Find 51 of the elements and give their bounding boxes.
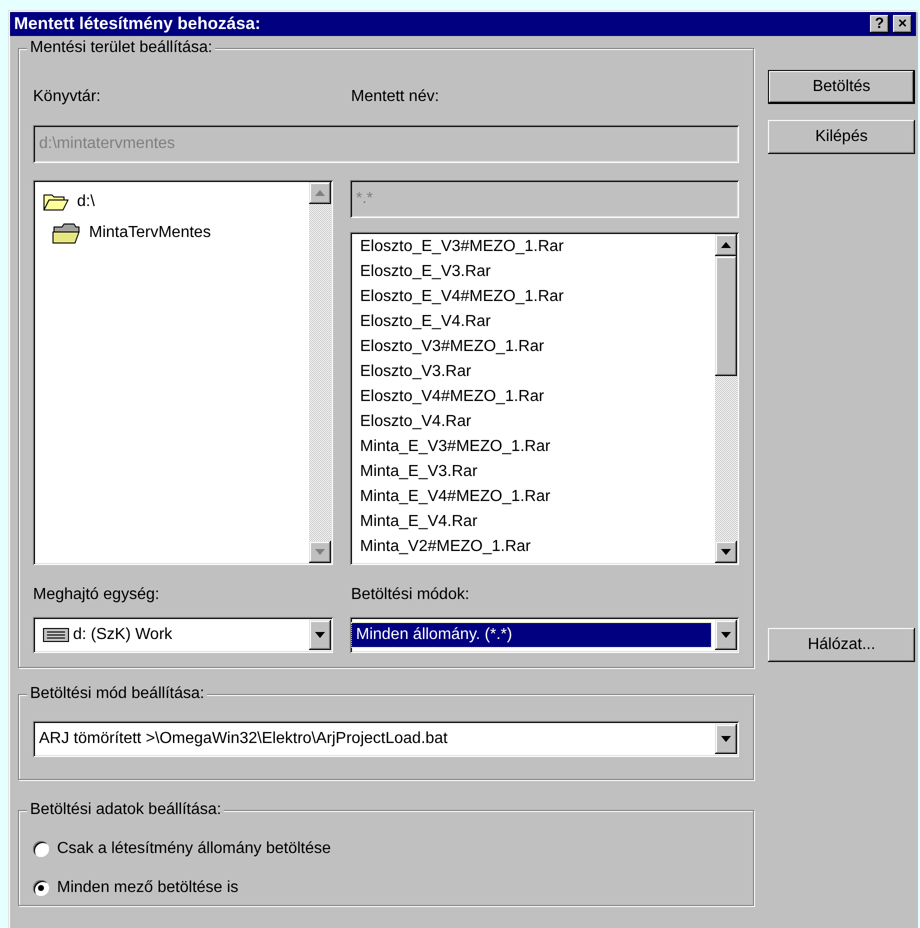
scroll-down-button[interactable] bbox=[715, 541, 737, 563]
down-arrow-icon bbox=[721, 736, 731, 742]
file-item[interactable]: Eloszto_V4#MEZO_1.Rar bbox=[360, 384, 715, 409]
file-item[interactable]: Eloszto_V4.Rar bbox=[360, 409, 715, 434]
file-item[interactable]: Minta_V2#MEZO_1.Rar bbox=[360, 534, 715, 559]
file-item[interactable]: Minta_E_V4#MEZO_1.Rar bbox=[360, 484, 715, 509]
dialog-button[interactable]: Kilépés bbox=[768, 120, 915, 154]
down-arrow-icon bbox=[721, 632, 731, 638]
network-button[interactable]: Hálózat... bbox=[768, 628, 915, 662]
window-title: Mentett létesítmény behozása: bbox=[14, 13, 261, 36]
file-item[interactable]: Minta_E_V3.Rar bbox=[360, 459, 715, 484]
scrollbar-thumb[interactable] bbox=[715, 256, 737, 376]
down-arrow-icon bbox=[315, 632, 325, 638]
scroll-up-button[interactable] bbox=[715, 234, 737, 256]
folder-item[interactable]: d:\ bbox=[77, 188, 95, 214]
close-button[interactable]: × bbox=[893, 15, 912, 33]
name-label: Mentett név: bbox=[351, 88, 440, 105]
file-item[interactable]: Eloszto_V3.Rar bbox=[360, 359, 715, 384]
scroll-down-button[interactable] bbox=[309, 541, 331, 563]
selected-value: d: (SzK) Work bbox=[72, 625, 174, 645]
up-arrow-icon bbox=[315, 190, 325, 196]
file-item[interactable]: Eloszto_E_V3#MEZO_1.Rar bbox=[360, 234, 715, 259]
drive-icon bbox=[43, 628, 69, 642]
drive-label: Meghajtó egység: bbox=[33, 586, 160, 603]
load-mode-dropdown[interactable]: ARJ tömörített >\OmegaWin32\Elektro\ArjProjectLoad.bat bbox=[33, 721, 739, 757]
file-item[interactable]: Minta_E_V3#MEZO_1.Rar bbox=[360, 434, 715, 459]
dropdown-button[interactable] bbox=[715, 724, 737, 754]
help-button[interactable]: ? bbox=[870, 15, 889, 33]
file-item[interactable]: Eloszto_V3#MEZO_1.Rar bbox=[360, 334, 715, 359]
selected-value: Minden állomány. (*.*) bbox=[352, 623, 711, 647]
file-item[interactable]: Eloszto_E_V4.Rar bbox=[360, 309, 715, 334]
directory-label: Könyvtár: bbox=[33, 88, 101, 105]
file-item[interactable]: Minta_E_V4.Rar bbox=[360, 509, 715, 534]
down-arrow-icon bbox=[721, 549, 731, 555]
down-arrow-icon bbox=[315, 549, 325, 555]
radio-label: Minden mező betöltése is bbox=[57, 878, 238, 898]
radio-button[interactable] bbox=[33, 840, 49, 856]
selected-value: ARJ tömörített >\OmegaWin32\Elektro\ArjProjectLoad.bat bbox=[38, 729, 449, 749]
file-item[interactable]: Eloszto_E_V3.Rar bbox=[360, 259, 715, 284]
dialog-button[interactable]: Betöltés bbox=[768, 70, 915, 104]
modes-label: Betöltési módok: bbox=[351, 586, 470, 603]
scroll-up-button[interactable] bbox=[309, 182, 331, 204]
dropdown-button[interactable] bbox=[309, 620, 331, 650]
up-arrow-icon bbox=[721, 242, 731, 248]
folder-item[interactable]: MintaTervMentes bbox=[89, 220, 211, 246]
load-modes-dropdown[interactable]: Minden állomány. (*.*) bbox=[350, 617, 739, 653]
radio-button[interactable] bbox=[33, 880, 49, 896]
file-item[interactable]: Eloszto_E_V4#MEZO_1.Rar bbox=[360, 284, 715, 309]
drive-dropdown[interactable]: d: (SzK) Work bbox=[33, 617, 333, 653]
radio-label: Csak a létesítmény állomány betöltése bbox=[57, 838, 331, 858]
dropdown-button[interactable] bbox=[715, 620, 737, 650]
